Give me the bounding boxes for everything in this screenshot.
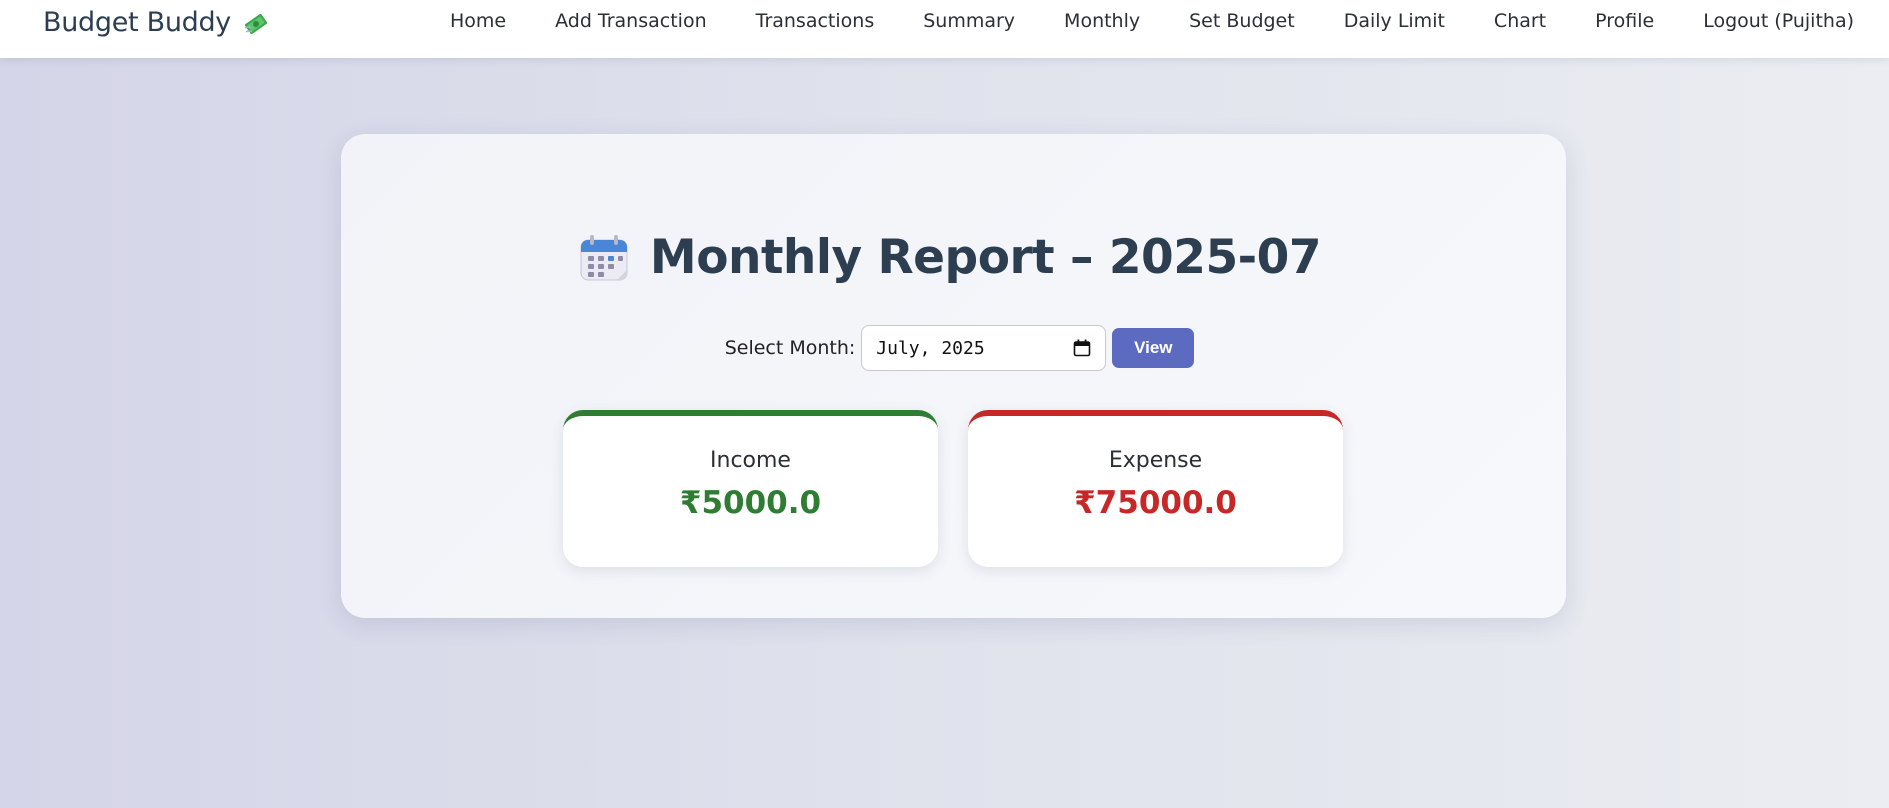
expense-card: Expense ₹75000.0 [968, 410, 1343, 567]
calendar-icon [579, 234, 629, 282]
nav-link-monthly[interactable]: Monthly [1040, 8, 1165, 34]
expense-value: ₹75000.0 [1074, 485, 1237, 521]
nav-link-transactions[interactable]: Transactions [731, 8, 899, 34]
nav-link-summary[interactable]: Summary [899, 8, 1040, 34]
brand-name: Budget Buddy [43, 6, 231, 38]
brand-logo[interactable]: Budget Buddy [43, 4, 269, 40]
income-label: Income [710, 448, 791, 473]
top-navbar: Budget Buddy Home Add Transaction Transa… [0, 0, 1889, 58]
view-button[interactable]: View [1112, 328, 1195, 368]
calendar-picker-icon[interactable] [1073, 339, 1091, 357]
monthly-report-card: Monthly Report – 2025-07 Select Month: J… [341, 134, 1566, 618]
nav-link-home[interactable]: Home [425, 8, 530, 34]
income-value: ₹5000.0 [679, 485, 822, 521]
report-header: Monthly Report – 2025-07 [341, 230, 1566, 285]
nav-link-daily-limit[interactable]: Daily Limit [1319, 8, 1469, 34]
nav-links: Home Add Transaction Transactions Summar… [425, 8, 1854, 34]
nav-link-profile[interactable]: Profile [1571, 8, 1679, 34]
income-card: Income ₹5000.0 [563, 410, 938, 567]
month-input[interactable]: July, 2025 [861, 325, 1107, 371]
page-title: Monthly Report – 2025-07 [649, 230, 1322, 285]
nav-link-add-transaction[interactable]: Add Transaction [531, 8, 732, 34]
nav-link-set-budget[interactable]: Set Budget [1165, 8, 1320, 34]
select-month-label: Select Month: [724, 337, 856, 359]
money-with-wings-icon [243, 11, 269, 35]
month-select-form: Select Month: July, 2025 View [341, 325, 1566, 371]
expense-label: Expense [1108, 448, 1203, 473]
month-input-value: July, 2025 [876, 337, 985, 359]
nav-link-logout[interactable]: Logout (Pujitha) [1679, 8, 1854, 34]
nav-link-chart[interactable]: Chart [1469, 8, 1570, 34]
